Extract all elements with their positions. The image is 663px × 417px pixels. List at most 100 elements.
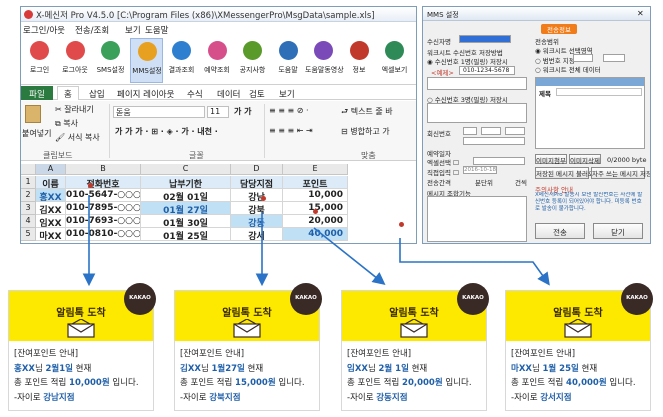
toolbar-label: SMS설정 <box>96 66 125 74</box>
close-button[interactable]: 닫기 <box>593 223 643 239</box>
sheet-select-field[interactable] <box>473 157 525 165</box>
grid-cell[interactable]: 010-5647-○○○○ <box>66 189 141 202</box>
sheet-select-check[interactable]: 엑셀선택 ☐ <box>427 157 459 167</box>
menu-bar: 로그인/아웃 전송/조회 보기 도움말 <box>21 23 416 36</box>
column-header-C[interactable]: C <box>141 164 231 175</box>
font-size-select[interactable]: 11 <box>207 106 229 118</box>
row-header[interactable]: 5 <box>21 228 36 241</box>
close-icon[interactable]: ✕ <box>637 9 644 18</box>
reply-field-3[interactable] <box>505 127 525 135</box>
menu-login[interactable]: 로그인/아웃 <box>23 24 65 36</box>
row-header[interactable]: 2 <box>21 189 36 202</box>
grid-cell[interactable]: 납부기한 <box>141 176 231 189</box>
column-header-B[interactable]: B <box>66 164 141 175</box>
reply-field-4[interactable] <box>463 137 525 145</box>
toolbar-button-0[interactable]: 로그인 <box>23 38 56 83</box>
tab-home[interactable]: 홈 <box>57 86 79 100</box>
grid-cell[interactable]: 강북 <box>231 202 283 215</box>
grid-cell[interactable]: 010-7693-○○○○ <box>66 215 141 228</box>
range-end-field[interactable] <box>603 54 625 62</box>
align-bottom-buttons[interactable]: ≡ ≡ ≡ ⇤ ⇥ <box>269 126 313 135</box>
grid-cell[interactable]: 강남 <box>231 189 283 202</box>
title-input[interactable] <box>556 88 642 96</box>
toolbar-button-4[interactable]: 결과조회 <box>165 38 198 83</box>
toolbar-label: 도움말 <box>278 66 298 74</box>
toolbar-button-8[interactable]: 도움말동영상 <box>305 38 344 83</box>
attach-image-button[interactable]: 이미지첨부 <box>535 154 567 165</box>
grid-cell[interactable]: 02월 01일 <box>141 189 231 202</box>
arrow-row-5 <box>399 238 550 286</box>
message-editor[interactable]: 제목 <box>535 77 645 149</box>
grid-cell[interactable]: 010-7895-○○○○ <box>66 202 141 215</box>
column-header-D[interactable]: D <box>231 164 283 175</box>
toolbar-button-5[interactable]: 예약조회 <box>201 38 234 83</box>
recipient-label: 수신자명 <box>427 38 451 46</box>
merge-button[interactable]: ⊟ 병합하고 가 <box>341 126 390 137</box>
grid-cell[interactable]: 01월 25일 <box>141 228 231 241</box>
font-grow-shrink[interactable]: 가 가 <box>234 106 252 117</box>
toolbar-button-2[interactable]: SMS설정 <box>94 38 127 83</box>
align-top-buttons[interactable]: ≡ ≡ ≡ ⊘ · <box>269 106 309 115</box>
grid-cell[interactable]: 40,000 <box>283 228 348 241</box>
column-header-A[interactable]: A <box>36 164 66 175</box>
recipient-select[interactable] <box>459 35 511 43</box>
grid-cell[interactable]: 강서 <box>231 228 283 241</box>
scissors-icon: ✂ <box>55 105 65 114</box>
tab-file[interactable]: 파일 <box>21 86 53 100</box>
tab-view[interactable]: 보기 <box>279 88 295 100</box>
grid-cell[interactable]: 이름 <box>36 176 66 189</box>
copy-button[interactable]: ⧉ 복사 <box>55 118 78 129</box>
grid-cell[interactable]: 강동 <box>231 215 283 228</box>
grid-cell[interactable]: 01월 27일 <box>141 202 231 215</box>
grid-cell[interactable]: 임XX <box>36 215 66 228</box>
toolbar-button-7[interactable]: 도움말 <box>272 38 305 83</box>
grid-cell[interactable]: 20,000 <box>283 215 348 228</box>
tab-insert[interactable]: 삽입 <box>89 88 105 100</box>
grid-cell[interactable]: 01월 30일 <box>141 215 231 228</box>
format-copy-button[interactable]: 🖌 서식 복사 <box>55 132 100 143</box>
grid-cell[interactable]: 전화번호 <box>66 176 141 189</box>
row-header[interactable]: 4 <box>21 215 36 228</box>
row-header[interactable]: 1 <box>21 176 36 189</box>
toolbar-button-1[interactable]: 로그아웃 <box>59 38 92 83</box>
grid-cell[interactable]: 10,000 <box>283 189 348 202</box>
toolbar-button-3[interactable]: MMS설정 <box>129 38 163 83</box>
grid-cell[interactable]: 마XX <box>36 228 66 241</box>
grid-cell[interactable]: 010-0810-○○○○ <box>66 228 141 241</box>
grid-cell[interactable]: 포인트 <box>283 176 348 189</box>
menu-help[interactable]: 도움말 <box>145 24 168 36</box>
font-style-buttons[interactable]: 가 가 가 · ⊞ · ◈ · 가 · 내천 · <box>115 126 218 137</box>
range-start-field[interactable] <box>573 54 593 62</box>
save-frequent-button[interactable]: 자주 쓰는 메시지 저장 <box>591 167 650 179</box>
toolbar-button-9[interactable]: 정보 <box>343 38 376 83</box>
paste-button[interactable]: 붙여넣기 <box>22 128 51 139</box>
menu-send[interactable]: 전송/조회 <box>75 24 109 36</box>
load-saved-button[interactable]: 저장된 메시지 불러오기 <box>535 167 600 179</box>
send-button[interactable]: 전송 <box>535 223 585 239</box>
window-title: X-메신저 Pro V4.5.0 [C:\Program Files (x86)… <box>36 11 375 21</box>
toolbar-button-6[interactable]: 공지사항 <box>236 38 269 83</box>
tab-formulas[interactable]: 수식 <box>187 88 203 100</box>
wrap-text-button[interactable]: ⮐ 텍스트 줄 바 <box>341 106 393 120</box>
date-field[interactable]: 2016-10-18 <box>463 166 497 174</box>
row-header[interactable]: 3 <box>21 202 36 215</box>
grid-corner[interactable] <box>21 164 36 175</box>
column-header-E[interactable]: E <box>283 164 348 175</box>
direct-input-check[interactable]: 직접입력 ☐ <box>427 167 459 177</box>
reply-number-label: 회신번호 <box>427 130 451 138</box>
grid-cell[interactable]: 김XX <box>36 202 66 215</box>
menu-view[interactable]: 보기 <box>125 24 141 36</box>
font-name-select[interactable]: 돋움 <box>113 106 205 118</box>
tab-review[interactable]: 검토 <box>249 88 265 100</box>
opt-all-radio[interactable]: ○ 워크시트 전체 데이터 <box>535 64 601 74</box>
option-one-radio[interactable]: ◉ 수신번호 1명(필링) 저장시 <box>427 56 508 66</box>
toolbar-button-10[interactable]: 엑셀보기 <box>378 38 411 83</box>
reply-field-2[interactable] <box>481 127 501 135</box>
delete-image-button[interactable]: 이미지삭제 <box>569 154 601 165</box>
grid-cell[interactable]: 담당지점 <box>231 176 283 189</box>
grid-cell[interactable]: 홍XX <box>36 189 66 202</box>
reply-field-1[interactable] <box>463 127 477 135</box>
tab-data[interactable]: 데이터 <box>217 88 240 100</box>
tab-page-layout[interactable]: 페이지 레이아웃 <box>117 88 174 100</box>
cut-button[interactable]: ✂ 잘라내기 <box>55 104 94 115</box>
